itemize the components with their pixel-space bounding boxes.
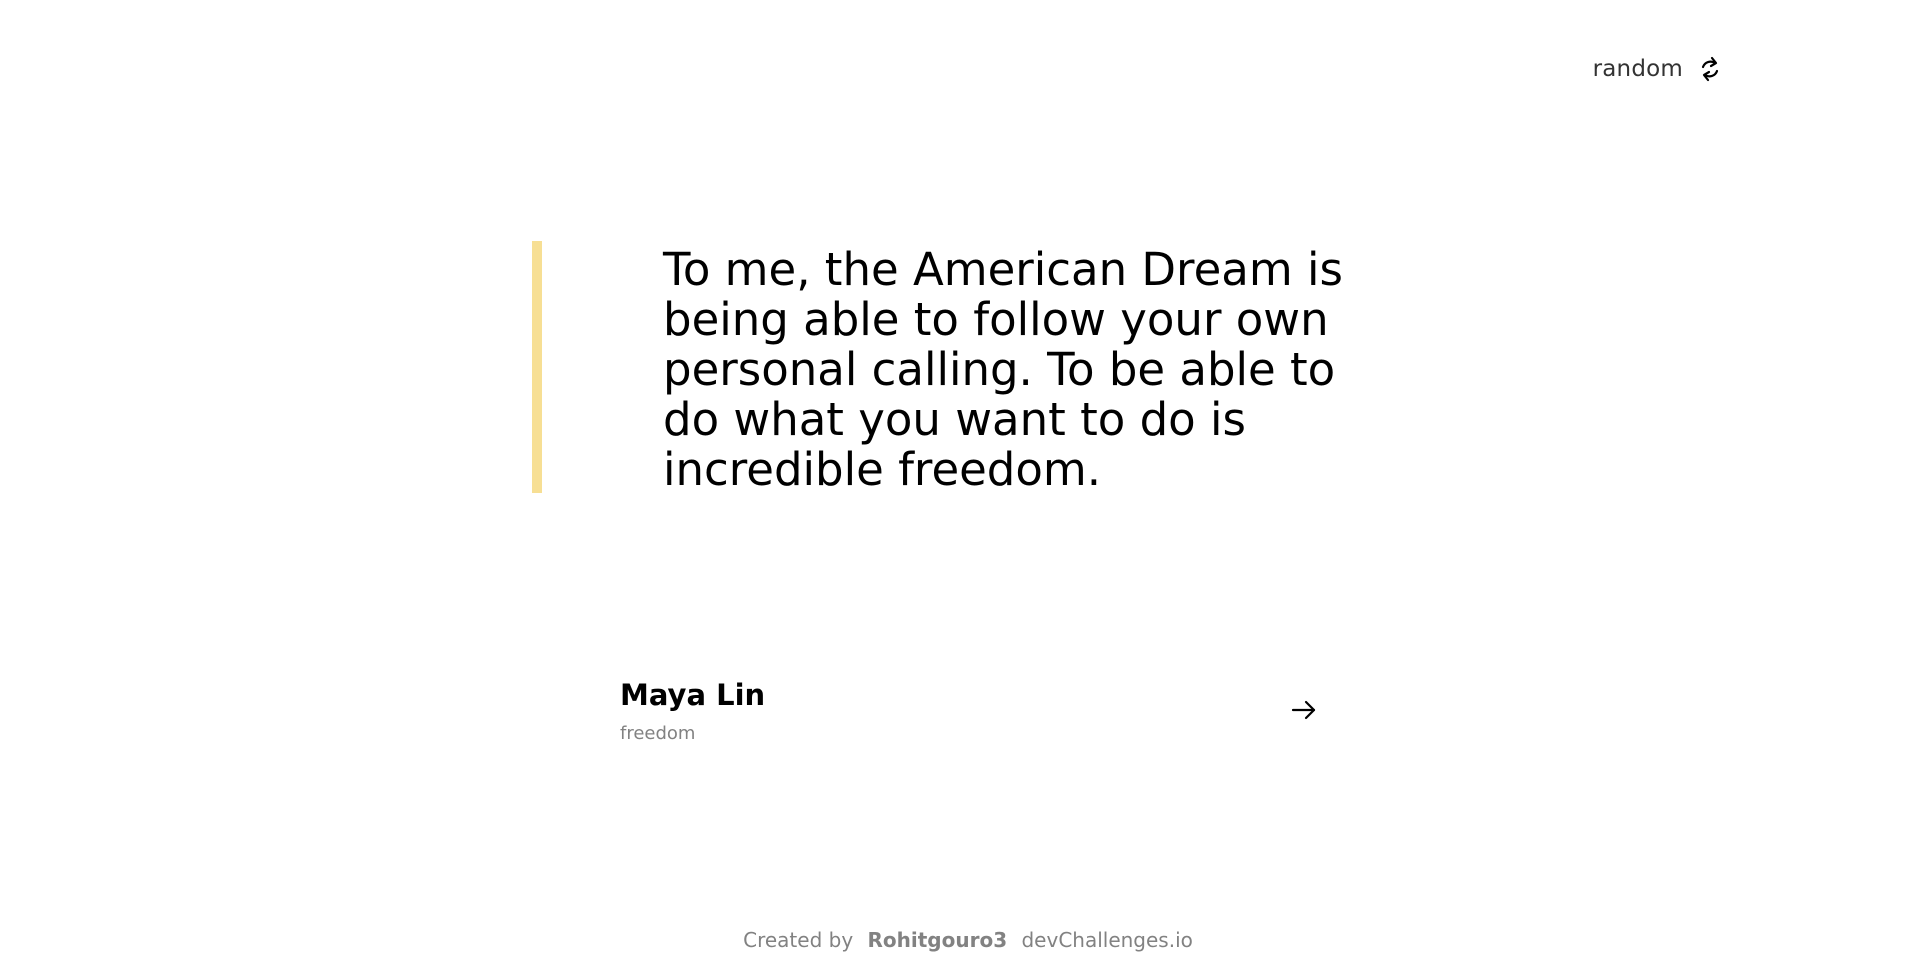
footer-site-link[interactable]: devChallenges.io (1021, 928, 1192, 952)
author-genre: freedom (620, 722, 696, 744)
page: random To me, the American Dream is bein… (0, 0, 1920, 970)
footer: Created by Rohitgouro3 devChallenges.io (0, 928, 1920, 952)
author-card[interactable]: Maya Lin freedom (620, 668, 1320, 752)
arrow-right-icon[interactable] (1291, 699, 1317, 721)
author-info: Maya Lin freedom (620, 677, 765, 744)
quote-accent-bar (532, 241, 542, 493)
author-name: Maya Lin (620, 677, 766, 712)
random-button[interactable]: random (1593, 54, 1723, 84)
quote-block: To me, the American Dream is being able … (532, 241, 1383, 495)
footer-author-link[interactable]: Rohitgouro3 (868, 928, 1008, 952)
footer-created-by: Created by (743, 928, 854, 952)
refresh-icon (1701, 56, 1719, 82)
quote-text: To me, the American Dream is being able … (663, 243, 1343, 496)
random-label: random (1592, 56, 1683, 82)
